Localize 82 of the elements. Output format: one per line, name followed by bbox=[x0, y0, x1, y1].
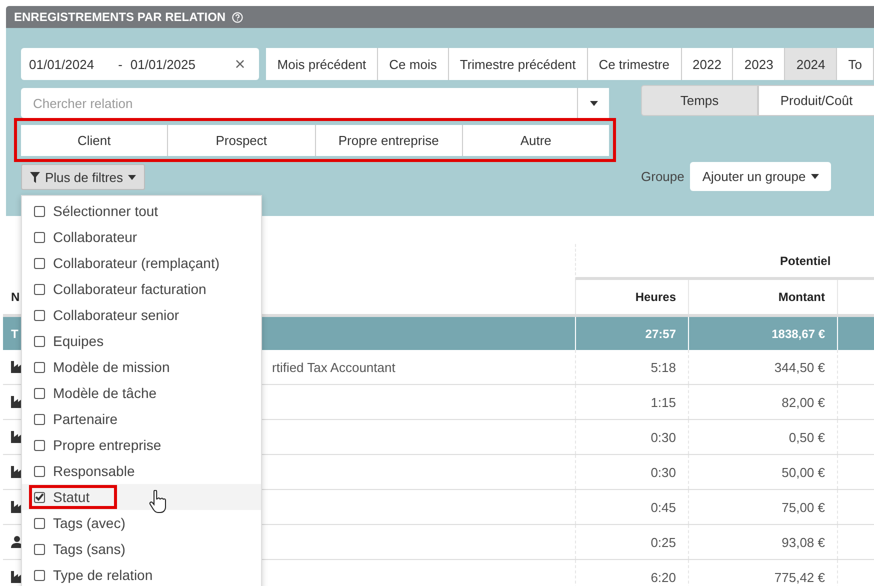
building-icon bbox=[11, 501, 24, 513]
amount-cell: 82,00 € bbox=[782, 394, 825, 410]
checkbox[interactable] bbox=[34, 466, 45, 476]
filter-option: Collaborateur (remplaçant) bbox=[53, 255, 220, 271]
hours-cell: 6:20 bbox=[650, 570, 676, 584]
clear-button[interactable]: × bbox=[234, 54, 252, 74]
hand-cursor-icon bbox=[149, 490, 166, 514]
hours-cell: 5:18 bbox=[650, 360, 676, 374]
checkbox[interactable] bbox=[34, 284, 45, 294]
building-icon bbox=[11, 396, 24, 408]
filter-option: Equipes bbox=[53, 333, 104, 349]
building-icon bbox=[11, 466, 24, 478]
amount-cell: 775,42 € bbox=[774, 570, 825, 584]
hours-cell: 0:45 bbox=[650, 500, 676, 514]
filter-option: Responsable bbox=[53, 463, 135, 479]
amount-cell: 50,00 € bbox=[782, 464, 825, 480]
filter-option: Modèle de mission bbox=[53, 359, 170, 375]
checkbox[interactable] bbox=[34, 570, 45, 580]
hours-cell: 0:30 bbox=[650, 464, 676, 480]
person-icon bbox=[11, 536, 23, 548]
building-icon bbox=[11, 571, 24, 583]
end-date: 01/01/2025 bbox=[130, 56, 196, 72]
relation-search-field[interactable]: Chercher relation bbox=[21, 88, 577, 118]
building-icon bbox=[11, 431, 24, 443]
amount-cell: 0,50 € bbox=[788, 430, 825, 444]
hours-cell: 0:25 bbox=[650, 534, 676, 550]
hovered-menu-item[interactable]: Statut bbox=[22, 484, 261, 510]
filter-option: Collaborateur senior bbox=[53, 307, 180, 323]
filter-option: Tags (sans) bbox=[53, 541, 126, 557]
building-icon bbox=[11, 361, 24, 373]
date-separator: - bbox=[118, 56, 122, 72]
section-title: ENREGISTREMENTS PAR RELATION bbox=[14, 10, 226, 24]
filter-option: Propre entreprise bbox=[53, 437, 162, 453]
checkbox[interactable] bbox=[34, 362, 45, 372]
date-range-field[interactable]: 01/01/2024 - 01/01/2025 × bbox=[21, 48, 260, 80]
more-filters-button[interactable]: Plus de filtres bbox=[21, 164, 146, 190]
checkbox[interactable] bbox=[34, 440, 45, 450]
total-hours: 27:57 bbox=[645, 326, 676, 340]
filter-option: Tags (avec) bbox=[53, 515, 126, 531]
checkbox[interactable] bbox=[34, 310, 45, 320]
checkbox[interactable] bbox=[34, 492, 45, 502]
period-button[interactable]: 2024 bbox=[785, 48, 838, 80]
checkbox[interactable] bbox=[34, 414, 45, 424]
column-header: Heures bbox=[635, 290, 676, 304]
amount-cell: 75,00 € bbox=[782, 500, 825, 514]
help-icon[interactable] bbox=[232, 12, 243, 22]
column-header: Montant bbox=[778, 290, 825, 304]
total-amount: 1838,67 € bbox=[772, 326, 825, 340]
amount-cell: 344,50 € bbox=[774, 360, 825, 374]
checkbox[interactable] bbox=[34, 258, 45, 268]
checkbox[interactable] bbox=[34, 232, 45, 242]
checkbox[interactable] bbox=[34, 206, 45, 216]
hours-cell: 0:30 bbox=[650, 430, 676, 444]
add-group-button[interactable]: Ajouter un groupe bbox=[690, 162, 831, 191]
caret-icon bbox=[128, 174, 136, 180]
filter-option: Type de relation bbox=[53, 567, 153, 583]
filter-option: Sélectionner tout bbox=[53, 203, 158, 219]
filter-option: Partenaire bbox=[53, 411, 118, 427]
filter-icon bbox=[30, 172, 40, 182]
amount-cell: 93,08 € bbox=[782, 534, 825, 550]
checkbox[interactable] bbox=[34, 544, 45, 554]
checkbox[interactable] bbox=[34, 336, 45, 346]
total-label: T bbox=[11, 326, 18, 340]
start-date: 01/01/2024 bbox=[29, 56, 94, 72]
relation-name: rtified Tax Accountant bbox=[272, 360, 396, 374]
view-toggle-button[interactable]: Temps bbox=[641, 85, 758, 116]
checkbox[interactable] bbox=[34, 518, 45, 528]
dropdown-button[interactable] bbox=[577, 88, 609, 118]
relation-type-button[interactable]: Client bbox=[21, 125, 168, 156]
checkbox[interactable] bbox=[34, 388, 45, 398]
filter-option: Collaborateur facturation bbox=[53, 281, 206, 297]
group-label: Groupe bbox=[641, 169, 684, 184]
column-group-header: Potentiel bbox=[575, 244, 874, 280]
period-button[interactable]: Mois précédent bbox=[266, 48, 378, 80]
filter-option: Statut bbox=[53, 489, 90, 505]
view-toggle-button[interactable]: Produit/Coût bbox=[758, 85, 874, 116]
filter-option: Modèle de tâche bbox=[53, 385, 157, 401]
caret-icon bbox=[810, 174, 819, 179]
filter-option: Collaborateur bbox=[53, 229, 138, 245]
hours-cell: 1:15 bbox=[650, 394, 676, 410]
column-header: N bbox=[11, 290, 20, 304]
dropdown-caret-icon bbox=[590, 100, 598, 106]
